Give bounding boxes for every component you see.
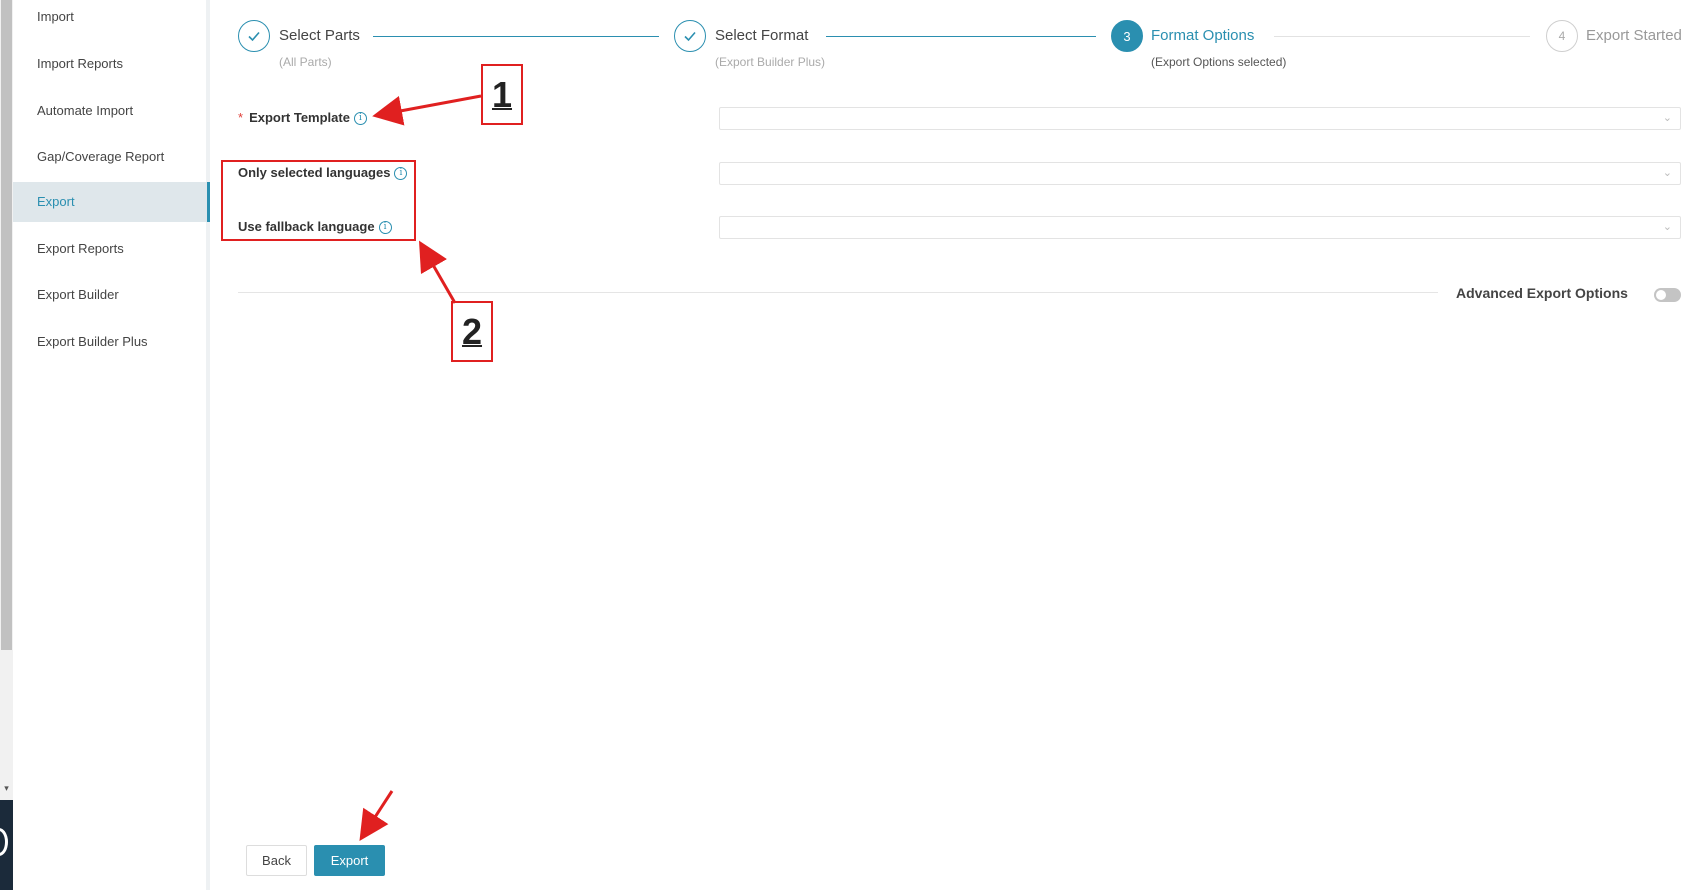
- app-frame: ▾ Import Import Reports Automate Import …: [0, 0, 1692, 890]
- chevron-down-icon: ⌄: [1662, 112, 1672, 124]
- chevron-down-icon: ⌄: [1662, 167, 1672, 179]
- step-1-subtitle: (All Parts): [279, 55, 332, 69]
- step-4-title: Export Started: [1586, 27, 1682, 44]
- step-connector-2: [826, 36, 1096, 37]
- sidebar-item-export-builder-plus[interactable]: Export Builder Plus: [13, 322, 210, 362]
- step-2-title: Select Format: [715, 27, 809, 44]
- step-connector-1: [373, 36, 659, 37]
- sidebar-item-gap-coverage-report[interactable]: Gap/Coverage Report: [13, 137, 210, 177]
- annotation-arrow-2: [419, 240, 457, 304]
- step-1-check-icon: [238, 20, 270, 52]
- step-1-title: Select Parts: [279, 27, 360, 44]
- info-icon[interactable]: i: [353, 111, 367, 125]
- step-4-number: 4: [1546, 20, 1578, 52]
- step-connector-3: [1274, 36, 1530, 37]
- required-mark: *: [238, 110, 244, 125]
- advanced-export-options-label: Advanced Export Options: [1456, 285, 1628, 301]
- only-selected-languages-select[interactable]: ⌄: [719, 162, 1681, 185]
- sidebar-item-import-reports[interactable]: Import Reports: [13, 44, 210, 84]
- scrollbar-thumb[interactable]: [1, 0, 12, 650]
- annotation-arrow-1: [372, 94, 482, 126]
- sidebar-item-automate-import[interactable]: Automate Import: [13, 91, 210, 131]
- back-button[interactable]: Back: [246, 845, 307, 876]
- export-template-select[interactable]: ⌄: [719, 107, 1681, 130]
- sidebar: Import Import Reports Automate Import Ga…: [13, 0, 210, 890]
- toggle-knob: [1656, 290, 1666, 300]
- section-divider: [238, 292, 1438, 293]
- annotation-callout-1: 1: [481, 64, 523, 125]
- annotation-highlight-box: [221, 160, 416, 241]
- annotation-callout-2: 2: [451, 301, 493, 362]
- export-button[interactable]: Export: [314, 845, 385, 876]
- step-3-title: Format Options: [1151, 27, 1255, 44]
- sidebar-item-export-builder[interactable]: Export Builder: [13, 275, 210, 315]
- annotation-arrows: [359, 94, 482, 842]
- use-fallback-language-select[interactable]: ⌄: [719, 216, 1681, 239]
- export-template-label: * Export Template i: [238, 109, 367, 127]
- step-3-subtitle: (Export Options selected): [1151, 55, 1287, 69]
- scrollbar-track[interactable]: ▾: [0, 0, 13, 800]
- step-3-number: 3: [1111, 20, 1143, 52]
- export-template-label-text: Export Template: [249, 110, 350, 125]
- step-2-subtitle: (Export Builder Plus): [715, 55, 826, 69]
- sidebar-item-export-reports[interactable]: Export Reports: [13, 229, 210, 269]
- advanced-export-options-toggle[interactable]: [1654, 288, 1681, 302]
- step-2-check-icon: [674, 20, 706, 52]
- chevron-down-icon: ⌄: [1662, 221, 1672, 233]
- sidebar-item-export[interactable]: Export: [13, 182, 210, 222]
- annotation-arrow-export: [359, 790, 394, 842]
- sidebar-item-import[interactable]: Import: [13, 0, 210, 37]
- scroll-down-arrow-icon[interactable]: ▾: [0, 782, 13, 794]
